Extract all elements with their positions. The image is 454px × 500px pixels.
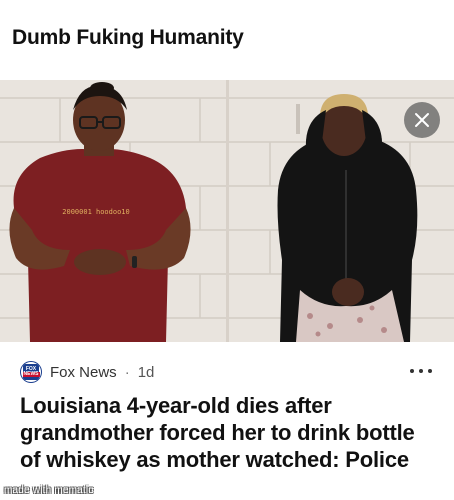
more-options-icon xyxy=(410,369,414,373)
close-button[interactable] xyxy=(404,102,440,138)
post-time: 1d xyxy=(137,363,155,381)
mugshot-image: 2000001 hoodoo10 xyxy=(0,80,454,342)
fox-news-logo-icon: FOX NEWS xyxy=(20,361,42,383)
separator-dot: · xyxy=(124,363,130,381)
meme-caption: Dumb Fuking Humanity xyxy=(12,26,244,49)
logo-bottom-text: NEWS xyxy=(22,371,40,377)
shirt-print: 2000001 hoodoo10 xyxy=(62,208,129,216)
article-source-row[interactable]: FOX NEWS Fox News · 1d xyxy=(20,361,154,383)
source-name: Fox News xyxy=(50,363,117,381)
more-options-button[interactable] xyxy=(410,364,432,378)
watermark: made with mematic xyxy=(4,485,94,496)
close-icon xyxy=(415,113,429,127)
article-photo[interactable]: 2000001 hoodoo10 xyxy=(0,80,454,342)
article-headline[interactable]: Louisiana 4-year-old dies after grandmot… xyxy=(20,392,440,473)
